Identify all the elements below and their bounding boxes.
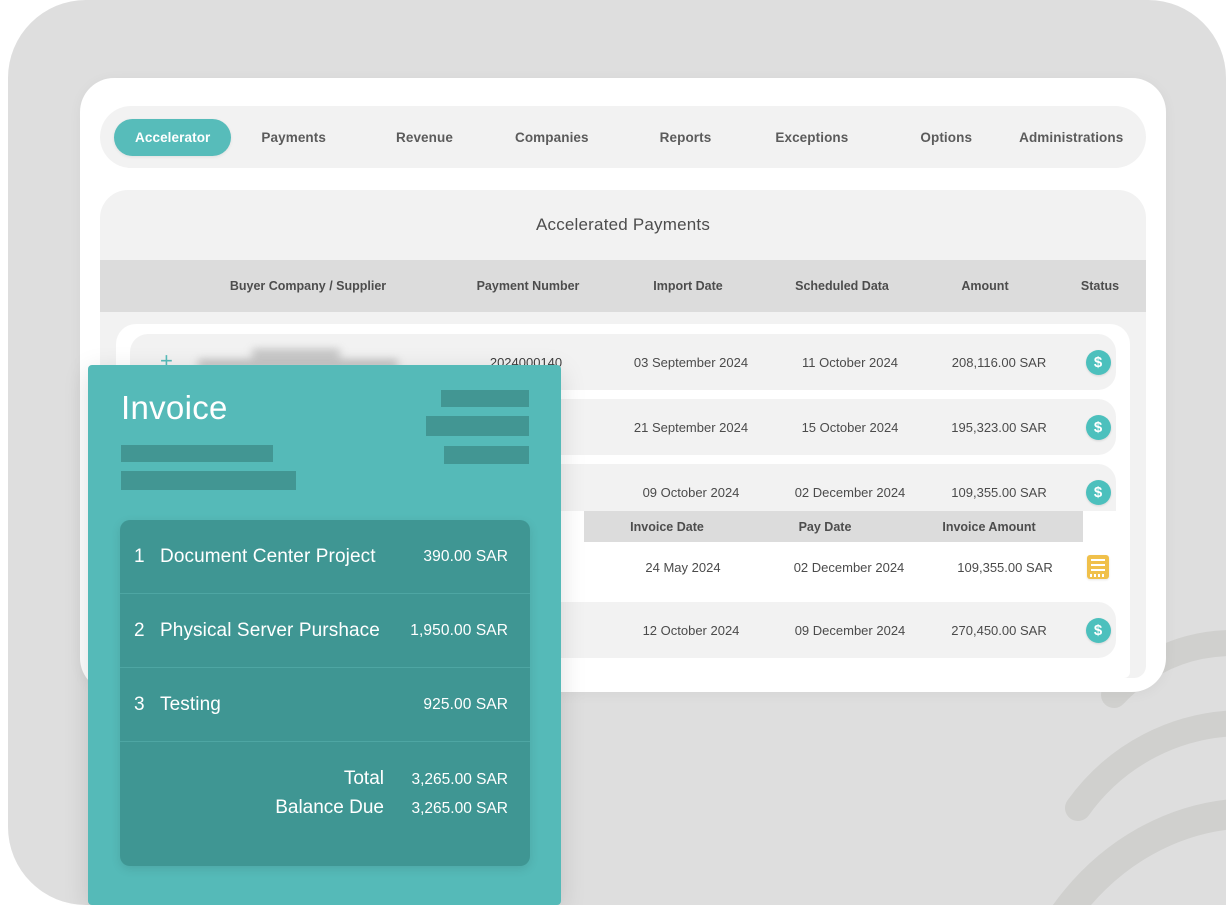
nav-item-reports[interactable]: Reports [660,130,712,145]
line-item-number: 3 [134,693,145,715]
cell-import-date: 12 October 2024 [642,622,740,638]
dollar-icon[interactable]: $ [1085,617,1111,643]
invoice-balance-due-row: Balance Due 3,265.00 SAR [142,797,508,819]
document-icon[interactable] [1087,555,1109,579]
column-header-buyer-company: Buyer Company / Supplier [229,279,387,293]
main-navbar: Accelerator Payments Revenue Companies R… [100,106,1146,168]
cell-invoice-status [1058,542,1130,592]
total-label: Total [343,768,384,789]
cell-amount: 195,323.00 SAR [951,419,1047,435]
sub-column-header-pay-date: Pay Date [798,519,852,534]
invoice-redacted-bar-right-1 [441,390,529,407]
cell-amount: 270,450.00 SAR [951,622,1047,638]
invoice-redacted-bar-left-2 [121,471,296,490]
line-item-amount: 1,950.00 SAR [410,621,508,639]
sub-column-header-invoice-amount: Invoice Amount [942,519,1036,534]
page-title: Accelerated Payments [535,215,711,234]
invoice-totals: Total 3,265.00 SAR Balance Due 3,265.00 … [120,742,530,866]
balance-due-label: Balance Due [275,797,384,818]
cell-amount: 208,116.00 SAR [951,354,1047,370]
line-item-number: 1 [134,545,145,567]
dollar-icon[interactable]: $ [1085,414,1111,440]
invoice-overlay-card: Invoice 1 Document Center Project 390.00… [88,365,561,905]
cell-scheduled-date: 09 December 2024 [794,622,906,638]
table-header-row: Buyer Company / Supplier Payment Number … [100,260,1146,312]
cell-import-date: 03 September 2024 [633,354,749,370]
nav-item-accelerator[interactable]: Accelerator [114,118,232,156]
line-item-description: Document Center Project [160,545,376,567]
invoice-line-item: 2 Physical Server Purshace 1,950.00 SAR [120,594,530,668]
cell-import-date: 21 September 2024 [633,419,749,435]
invoice-line-item: 3 Testing 925.00 SAR [120,668,530,742]
line-item-description: Physical Server Purshace [160,619,380,641]
line-item-amount: 390.00 SAR [423,547,508,565]
cell-status: $ [1058,334,1130,390]
line-item-description: Testing [160,693,221,715]
nav-item-options[interactable]: Options [920,130,972,145]
invoice-line-item: 1 Document Center Project 390.00 SAR [120,520,530,594]
cell-scheduled-date: 15 October 2024 [801,419,899,435]
dollar-icon[interactable]: $ [1085,349,1111,375]
sub-table-header-row: Invoice Date Pay Date Invoice Amount [584,511,1083,542]
invoice-total-row: Total 3,265.00 SAR [142,768,508,790]
balance-due-value: 3,265.00 SAR [411,800,508,817]
invoice-redacted-bar-right-2 [426,416,529,436]
column-header-import-date: Import Date [653,279,723,293]
column-header-status: Status [1080,279,1120,293]
dollar-icon[interactable]: $ [1085,479,1111,505]
column-header-scheduled-data: Scheduled Data [795,279,889,293]
cell-pay-date: 02 December 2024 [793,559,905,575]
line-item-number: 2 [134,619,145,641]
line-item-amount: 925.00 SAR [423,695,508,713]
nav-item-revenue[interactable]: Revenue [396,130,453,145]
nav-item-companies[interactable]: Companies [515,130,589,145]
invoice-redacted-bar-right-3 [444,446,529,464]
sub-column-header-invoice-date: Invoice Date [630,519,704,534]
nav-item-payments[interactable]: Payments [261,130,326,145]
nav-item-exceptions[interactable]: Exceptions [775,130,848,145]
column-header-payment-number: Payment Number [476,279,580,293]
invoice-redacted-bar-left-1 [121,445,273,462]
total-value: 3,265.00 SAR [411,771,508,788]
cell-invoice-date: 24 May 2024 [645,559,721,575]
nav-item-administrations[interactable]: Administrations [1019,130,1123,145]
cell-status: $ [1058,399,1130,455]
cell-status: $ [1058,602,1130,658]
screenshot-root: Accelerator Payments Revenue Companies R… [0,0,1226,905]
invoice-line-items-table: 1 Document Center Project 390.00 SAR 2 P… [120,520,530,866]
cell-scheduled-date: 11 October 2024 [802,354,898,370]
invoice-title: Invoice [121,389,228,426]
